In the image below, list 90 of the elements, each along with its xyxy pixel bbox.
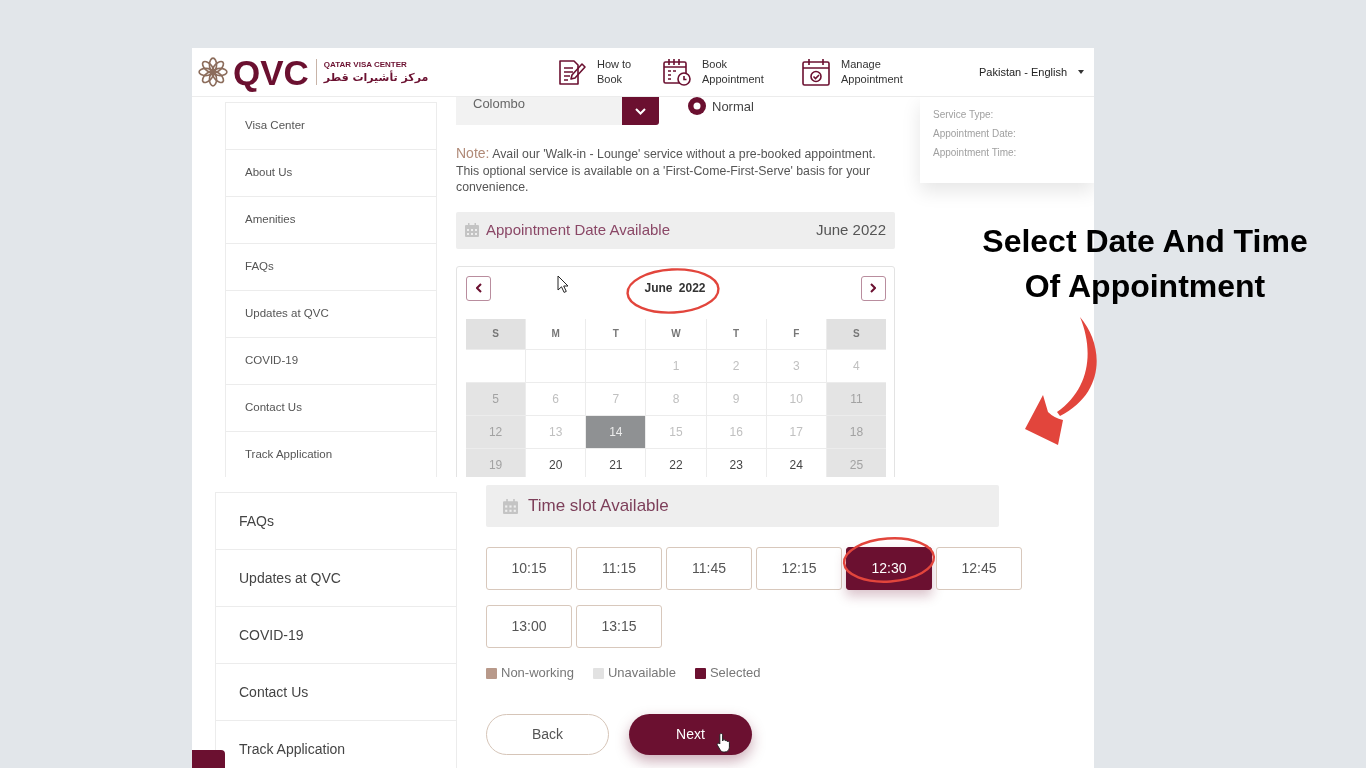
weekday-header: M [526,318,586,349]
chevron-down-icon [635,107,646,115]
nav-link[interactable]: Book Appointment [702,57,764,87]
calendar-day: 18 [826,415,886,448]
weekday-header: S [466,318,526,349]
sidebar-item[interactable]: Contact Us [225,384,437,432]
emblem-icon [198,57,228,87]
summary-label: Service Type: [933,108,995,122]
calendar-check-icon[interactable] [801,57,831,87]
chevron-left-icon [475,283,482,293]
sidebar-item[interactable]: COVID-19 [215,606,457,664]
calendar-day: 13 [526,415,586,448]
calendar-day: 7 [586,382,646,415]
calendar-day: 8 [646,382,706,415]
calendar-day: 25 [826,448,886,477]
calendar-day: 19 [466,448,526,477]
radio-label: Normal [712,99,754,113]
sidebar-item[interactable]: FAQs [215,492,457,550]
date-header-title: Appointment Date Available [486,219,670,240]
document-pencil-icon[interactable] [557,57,587,87]
sidebar-item[interactable]: Amenities [225,196,437,244]
time-slot-button[interactable]: 10:15 [486,547,572,590]
language-selector[interactable]: Pakistan - English [979,63,1068,81]
time-slot-button[interactable]: 11:15 [576,547,662,590]
weekday-header: T [586,318,646,349]
time-slot-button[interactable]: 12:15 [756,547,842,590]
sidebar-item[interactable]: Updates at QVC [225,290,437,338]
calendar-month-title: June 2022 [644,280,706,297]
time-slot-button[interactable]: 11:45 [666,547,752,590]
note-text: Note: Avail our 'Walk-in - Lounge' service without a pre-booked appointment. This optional service is available on a 'First-Come-First-Serve' basis for your convenience. [456,145,877,196]
calendar-day: 10 [766,382,826,415]
weekday-header: F [766,318,826,349]
time-slot-button[interactable]: 13:00 [486,605,572,648]
calendar-day: 16 [706,415,766,448]
calendar-day[interactable]: 20 [526,448,586,477]
calendar-clock-icon[interactable] [662,57,692,87]
sidebar-item[interactable]: Contact Us [215,663,457,721]
sidebar-item[interactable]: Updates at QVC [215,549,457,607]
sidebar-item[interactable]: Visa Center [225,102,437,150]
summary-label: Appointment Date: [933,127,1017,141]
calendar-day: 2 [706,349,766,382]
calendar-day: 12 [466,415,526,448]
nav-link[interactable]: How to Book [597,57,632,87]
time-slot-button[interactable]: 12:45 [936,547,1022,590]
legend-label: Selected [709,664,761,683]
calendar-day[interactable]: 22 [646,448,706,477]
calendar-day: 5 [466,382,526,415]
pointer-cursor-icon [557,274,569,293]
logo-wordmark: QVC [233,54,309,90]
dropdown-button[interactable] [622,97,659,125]
next-month-button[interactable] [861,275,886,301]
calendar-day: 4 [826,349,886,382]
legend-label: Unavailable [608,664,676,683]
calendar-icon [465,223,479,237]
weekday-header: T [706,318,766,349]
calendar-day[interactable]: 24 [766,448,826,477]
annotation-caption: Select Date And Time Of Appointment [981,222,1309,306]
legend-label: Non-working [501,664,574,683]
calendar-day: 9 [706,382,766,415]
previous-month-button[interactable] [466,275,491,301]
next-button[interactable]: Next [629,714,752,755]
location-select[interactable]: Colombo [456,97,622,125]
month-label: June 2022 [815,219,886,240]
calendar-day: 17 [766,415,826,448]
time-slot-button[interactable]: 13:15 [576,605,662,648]
sidebar-item[interactable]: FAQs [225,243,437,291]
radio-button[interactable] [688,97,706,115]
weekday-header: W [646,318,706,349]
calendar-day[interactable]: 23 [706,448,766,477]
summary-label: Appointment Time: [933,146,1018,160]
sidebar-item[interactable]: About Us [225,149,437,197]
calendar-day: 14 [586,415,646,448]
nav-link[interactable]: Manage Appointment [841,57,903,87]
hand-cursor-icon [716,732,732,753]
time-slot-button[interactable]: 12:30 [846,547,932,590]
sidebar-item[interactable]: COVID-19 [225,337,437,385]
chevron-right-icon [870,283,877,293]
calendar-day: 3 [766,349,826,382]
logo-name-arabic: مركز تأشيرات قطر [323,69,429,85]
back-button[interactable]: Back [486,714,609,755]
calendar-day[interactable]: 21 [586,448,646,477]
caret-icon[interactable] [1078,70,1085,74]
calendar-day: 6 [526,382,586,415]
calendar-icon [503,498,518,514]
calendar-day: 1 [646,349,706,382]
time-slot-title: Time slot Available [528,495,669,518]
logo-name: QATAR VISA CENTER [323,59,408,70]
weekday-header: S [826,318,886,349]
calendar-day: 11 [826,382,886,415]
calendar-day: 15 [646,415,706,448]
